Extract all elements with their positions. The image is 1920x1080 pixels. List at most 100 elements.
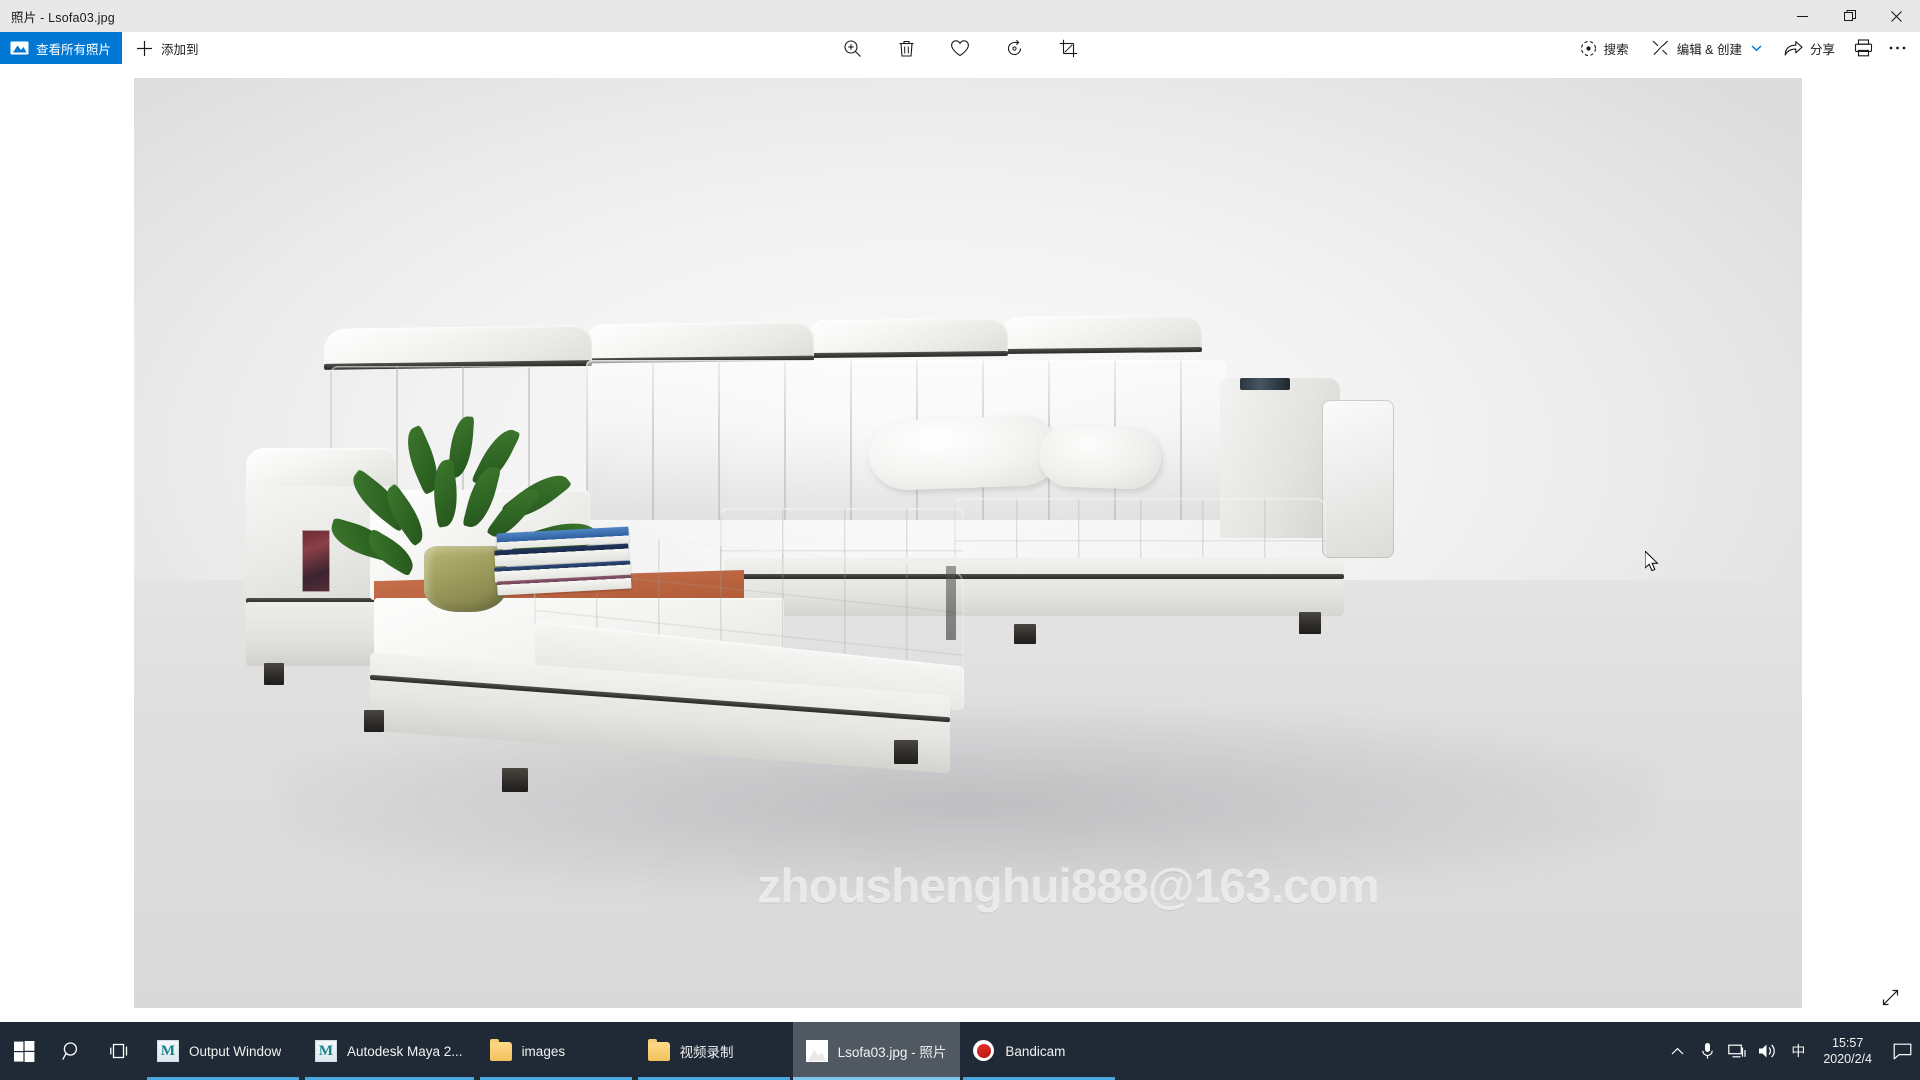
leg-chaise-right bbox=[894, 740, 918, 764]
search-label: 搜索 bbox=[1603, 42, 1629, 57]
zoom-button[interactable] bbox=[834, 33, 870, 63]
section-joint-trim bbox=[946, 566, 956, 640]
photos-app-window: 照片 - Lsofa03.jpg 查看所有照片 添加到 搜索 编辑 & 创建 分… bbox=[0, 0, 1920, 1080]
taskbar-item-label: 视频录制 bbox=[679, 1045, 734, 1060]
rotate-button[interactable] bbox=[996, 33, 1032, 63]
leg-chaise-front bbox=[502, 768, 528, 792]
taskbar-item-autodesk-maya[interactable]: M Autodesk Maya 2... bbox=[302, 1022, 477, 1080]
more-options-button[interactable] bbox=[1880, 33, 1914, 63]
rotate-icon bbox=[1007, 39, 1021, 55]
taskbar-search-button[interactable] bbox=[48, 1022, 96, 1080]
command-bar: 查看所有照片 添加到 搜索 编辑 & 创建 分享 bbox=[0, 32, 1920, 64]
right-arm-face bbox=[1322, 400, 1394, 558]
start-button[interactable] bbox=[0, 1022, 48, 1080]
close-icon bbox=[1891, 10, 1902, 22]
minimize-button[interactable] bbox=[1779, 0, 1826, 32]
zoom-icon bbox=[843, 39, 861, 57]
volume-button[interactable] bbox=[1752, 1022, 1782, 1080]
book-stack bbox=[492, 526, 635, 596]
arm-control-panel bbox=[1240, 378, 1290, 390]
magazine-pocket-slot bbox=[302, 530, 330, 592]
photo-viewport[interactable]: zhoushenghui888@163.com bbox=[134, 78, 1802, 1008]
start-button-icon bbox=[13, 1040, 34, 1062]
delete-icon bbox=[899, 40, 913, 57]
taskbar-item-label: Output Window bbox=[189, 1043, 282, 1059]
bandicam-icon bbox=[973, 1040, 995, 1062]
edit-create-icon bbox=[1652, 40, 1668, 55]
edit-create-button[interactable]: 编辑 & 创建 bbox=[1640, 33, 1773, 63]
pillow-small-right bbox=[1037, 423, 1163, 491]
ime-indicator[interactable]: 中 bbox=[1782, 1022, 1814, 1080]
microphone-button[interactable] bbox=[1692, 1022, 1722, 1080]
windows-taskbar: M Output Window M Autodesk Maya 2... ima… bbox=[0, 1022, 1920, 1080]
print-button[interactable] bbox=[1846, 33, 1880, 63]
taskbar-item-output-window[interactable]: M Output Window bbox=[144, 1022, 302, 1080]
clock[interactable]: 15:57 2020/2/4 bbox=[1814, 1022, 1884, 1080]
taskbar-item-label: Bandicam bbox=[1005, 1043, 1066, 1059]
expand-diagonal-icon bbox=[1882, 989, 1898, 1005]
leg-right-1 bbox=[1299, 612, 1321, 634]
photo-mountain-icon bbox=[807, 1050, 826, 1061]
favorite-heart-icon bbox=[951, 39, 969, 56]
tray-expand-button[interactable] bbox=[1662, 1022, 1692, 1080]
speaker-icon bbox=[1758, 1044, 1775, 1058]
more-ellipsis-icon bbox=[1889, 46, 1905, 50]
leg-right-2 bbox=[1014, 624, 1036, 644]
fullscreen-toggle-button[interactable] bbox=[1873, 982, 1907, 1012]
crop-icon bbox=[1059, 39, 1077, 57]
edit-create-label: 编辑 & 创建 bbox=[1676, 42, 1742, 57]
network-button[interactable] bbox=[1722, 1022, 1752, 1080]
leg-chaise-back bbox=[264, 663, 284, 685]
restore-button[interactable] bbox=[1826, 0, 1873, 32]
print-icon bbox=[1854, 39, 1872, 57]
window-controls bbox=[1779, 0, 1920, 32]
plus-icon bbox=[137, 40, 152, 56]
maya-icon: M bbox=[315, 1040, 337, 1062]
share-label: 分享 bbox=[1809, 42, 1835, 57]
pillow-long-right bbox=[867, 414, 1061, 492]
share-icon bbox=[1784, 40, 1803, 56]
action-center-button[interactable] bbox=[1884, 1022, 1920, 1080]
restore-icon bbox=[1843, 10, 1856, 21]
delete-button[interactable] bbox=[888, 33, 924, 63]
title-bar: 照片 - Lsofa03.jpg bbox=[0, 0, 1920, 32]
favorite-button[interactable] bbox=[942, 33, 978, 63]
photo-mountain-icon bbox=[10, 41, 29, 55]
system-tray: 中 15:57 2020/2/4 bbox=[1662, 1022, 1920, 1080]
taskbar-item-bandicam[interactable]: Bandicam bbox=[960, 1022, 1118, 1080]
headrest-trim-c bbox=[808, 350, 1008, 359]
task-view-button[interactable] bbox=[96, 1022, 144, 1080]
taskbar-item-video-recording[interactable]: 视频录制 bbox=[635, 1022, 793, 1080]
clock-time: 15:57 bbox=[1832, 1036, 1864, 1050]
share-button[interactable]: 分享 bbox=[1773, 33, 1846, 63]
microphone-icon bbox=[1702, 1043, 1713, 1059]
action-center-icon bbox=[1893, 1043, 1911, 1059]
crop-button[interactable] bbox=[1050, 33, 1086, 63]
photos-icon bbox=[805, 1040, 828, 1062]
chevron-down-icon bbox=[1751, 45, 1762, 52]
search-icon bbox=[1580, 40, 1596, 56]
maya-icon: M bbox=[157, 1040, 179, 1062]
clock-date: 2020/2/4 bbox=[1823, 1052, 1872, 1066]
network-icon bbox=[1728, 1044, 1746, 1057]
taskbar-item-label: Lsofa03.jpg - 照片 bbox=[837, 1045, 947, 1060]
search-button[interactable]: 搜索 bbox=[1569, 33, 1640, 63]
folder-icon bbox=[647, 1039, 670, 1062]
minimize-icon bbox=[1797, 15, 1808, 17]
leg-chaise-mid bbox=[364, 710, 384, 732]
taskbar-item-label: images bbox=[521, 1043, 566, 1059]
image-canvas[interactable]: zhoushenghui888@163.com bbox=[0, 64, 1920, 1022]
view-all-photos-button[interactable]: 查看所有照片 bbox=[0, 32, 122, 64]
task-view-icon bbox=[110, 1043, 128, 1058]
headrest-trim-d bbox=[1002, 346, 1202, 355]
taskbar-item-images[interactable]: images bbox=[477, 1022, 635, 1080]
taskbar-item-label: Autodesk Maya 2... bbox=[347, 1043, 463, 1059]
window-title: 照片 - Lsofa03.jpg bbox=[11, 10, 115, 25]
sofa-photograph: zhoushenghui888@163.com bbox=[134, 78, 1802, 1008]
search-magnifier-icon bbox=[62, 1042, 78, 1060]
add-to-button[interactable]: 添加到 bbox=[128, 32, 211, 64]
view-all-photos-label: 查看所有照片 bbox=[36, 42, 112, 57]
close-button[interactable] bbox=[1873, 0, 1920, 32]
right-tool-group: 搜索 编辑 & 创建 分享 bbox=[1569, 32, 1914, 64]
taskbar-item-photos[interactable]: Lsofa03.jpg - 照片 bbox=[792, 1022, 961, 1080]
